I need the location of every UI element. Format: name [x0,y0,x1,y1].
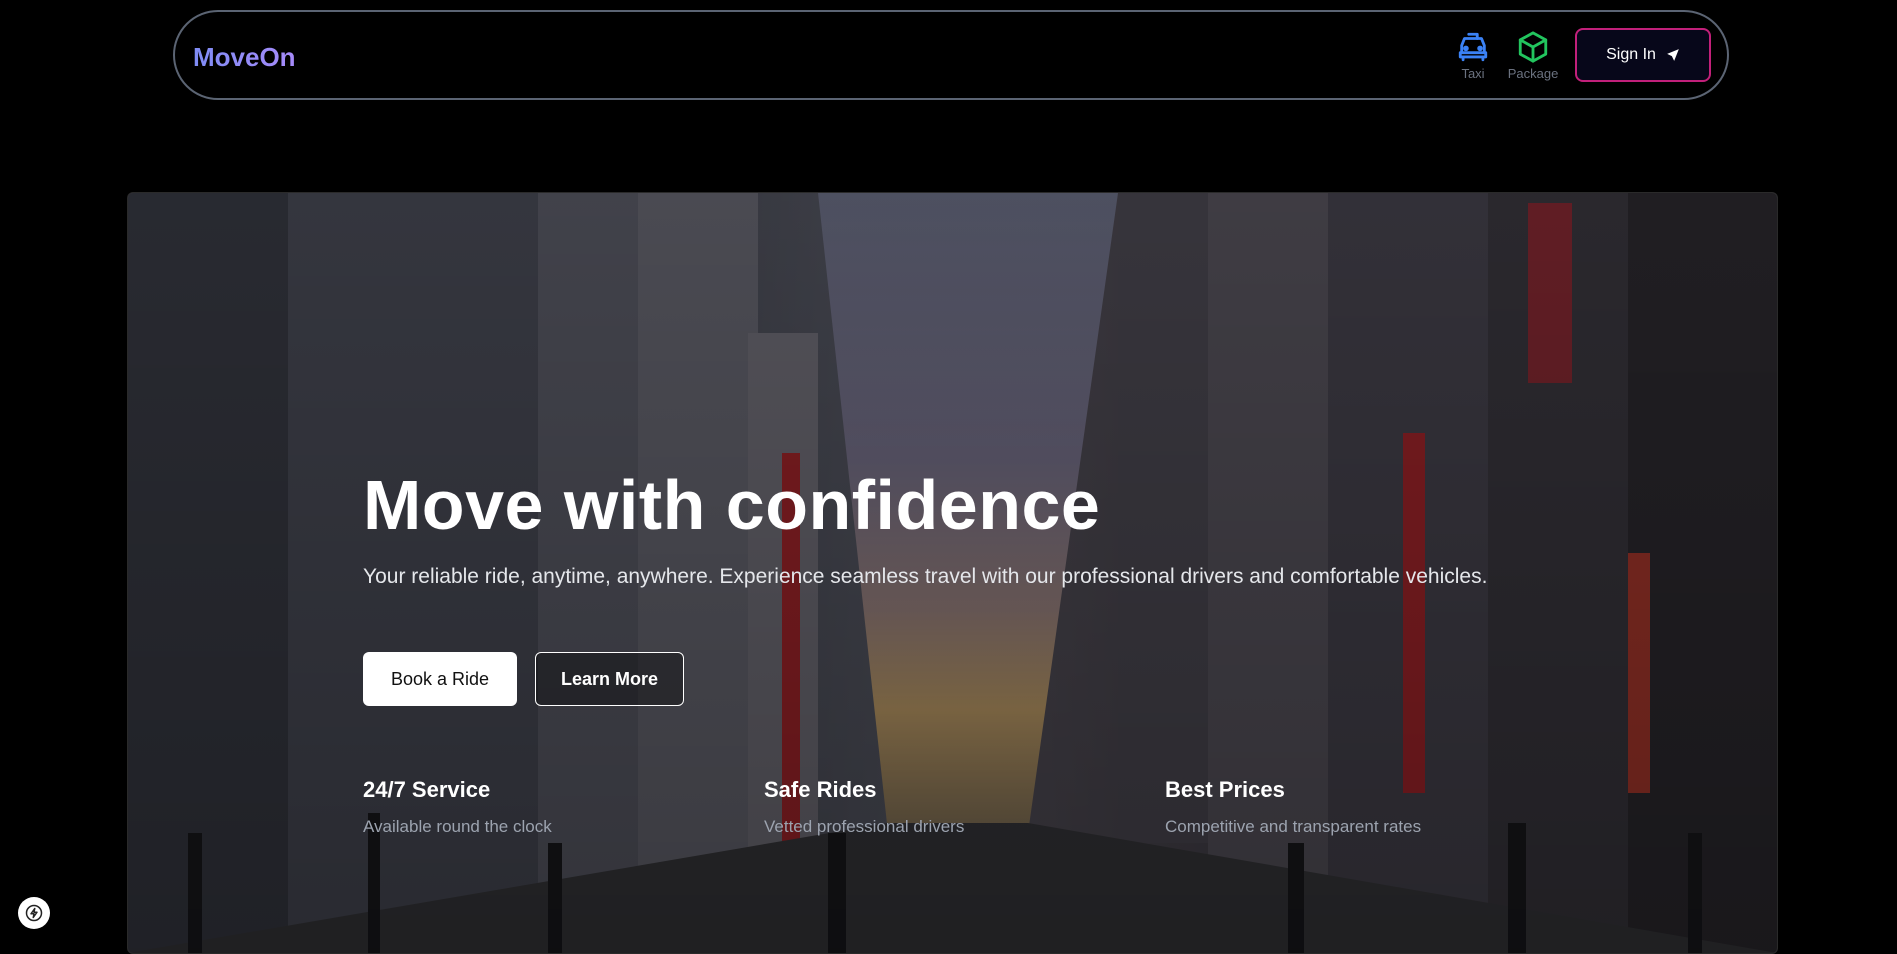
feature-title: Safe Rides [764,777,877,802]
lightning-icon [25,904,43,922]
nav-service-package[interactable]: Package [1503,30,1563,81]
car-icon [1458,32,1488,62]
dev-tools-badge[interactable] [18,897,50,929]
nav-service-label: Package [1507,66,1559,81]
feature-item-best-prices: Best Prices Competitive and transparent … [1165,777,1421,837]
brand-logo[interactable]: MoveOn [193,42,296,73]
feature-description: Vetted professional drivers [764,817,965,836]
sign-in-label: Sign In [1606,46,1656,63]
hero-section: Move with confidence Your reliable ride,… [127,192,1778,954]
feature-title: 24/7 Service [363,777,491,802]
nav-service-label: Taxi [1461,66,1485,81]
sign-in-button[interactable]: Sign In [1575,28,1711,82]
learn-more-button[interactable]: Learn More [535,652,684,706]
book-a-ride-button[interactable]: Book a Ride [363,652,517,706]
feature-item-safe-rides: Safe Rides Vetted professional drivers [764,777,964,837]
nav-service-taxi[interactable]: Taxi [1443,30,1503,81]
package-icon [1518,31,1548,63]
feature-title: Best Prices [1165,777,1285,802]
feature-description: Competitive and transparent rates [1165,817,1422,836]
send-arrow-icon [1667,49,1679,61]
navbar: MoveOn Taxi Package Sign In [173,10,1729,100]
feature-description: Available round the clock [363,817,552,836]
feature-item-24-7-service: 24/7 Service Available round the clock [363,777,552,837]
hero-subtitle: Your reliable ride, anytime, anywhere. E… [363,565,1488,588]
hero-title: Move with confidence [363,466,1101,544]
